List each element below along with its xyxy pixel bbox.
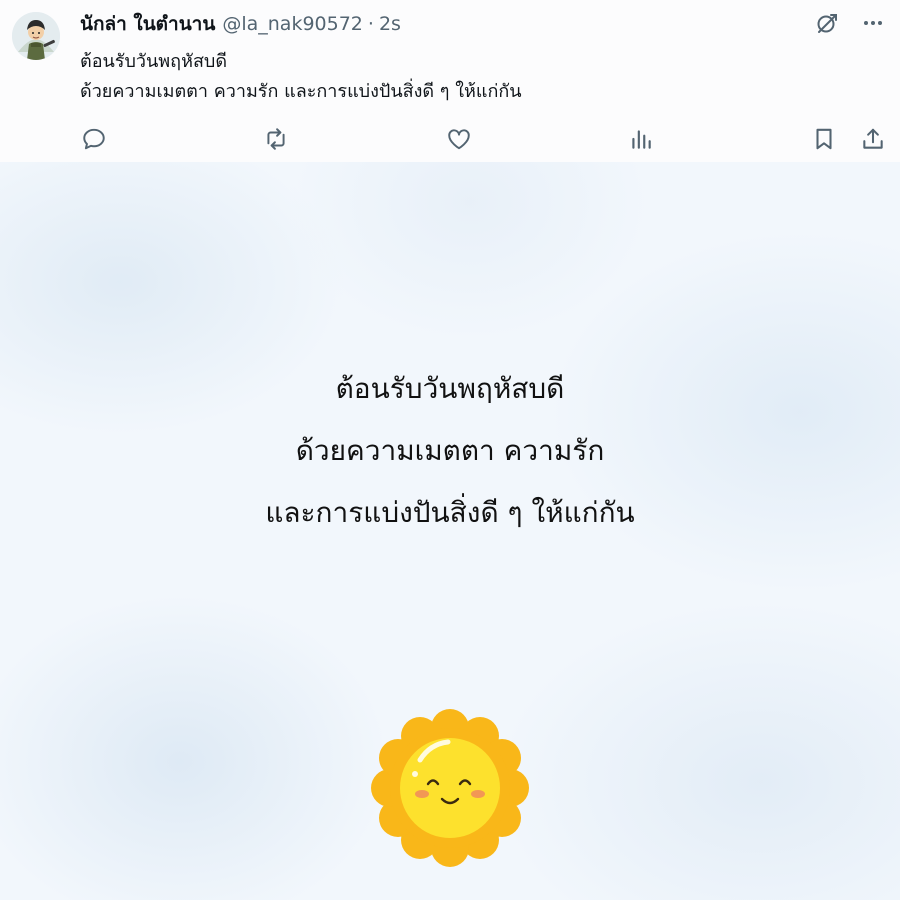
media-caption-line: ด้วยความเมตตา ความรัก — [295, 434, 605, 467]
post-media-image[interactable]: ต้อนรับวันพฤหัสบดี ด้วยความเมตตา ความรัก… — [0, 162, 900, 900]
share-icon[interactable] — [857, 122, 889, 156]
smiling-sun-illustration — [370, 708, 530, 868]
display-name[interactable]: นักล่า ในตำนาน — [80, 10, 215, 38]
more-icon[interactable] — [858, 8, 888, 38]
action-bar — [80, 122, 888, 156]
post-meta: นักล่า ในตำนาน @la_nak90572 · 2s — [80, 10, 401, 38]
media-caption-line: ต้อนรับวันพฤหัสบดี — [335, 372, 565, 405]
media-caption: ต้อนรับวันพฤหัสบดี ด้วยความเมตตา ความรัก… — [0, 358, 900, 544]
repost-icon[interactable] — [260, 122, 292, 156]
header-actions — [812, 8, 888, 38]
timestamp[interactable]: 2s — [379, 10, 401, 38]
user-handle[interactable]: @la_nak90572 — [222, 10, 363, 38]
meta-separator: · — [367, 13, 374, 35]
post-header: นักล่า ในตำนาน @la_nak90572 · 2s ต้อนรับ… — [0, 0, 900, 162]
like-icon[interactable] — [443, 122, 475, 156]
bookmark-icon[interactable] — [808, 122, 840, 156]
post-text-line: ด้วยความเมตตา ความรัก และการแบ่งปันสิ่งด… — [80, 81, 522, 102]
grok-icon[interactable] — [812, 8, 842, 38]
views-icon[interactable] — [625, 122, 657, 156]
avatar-image — [12, 12, 60, 60]
avatar[interactable] — [12, 12, 60, 60]
post-text: ต้อนรับวันพฤหัสบดี ด้วยความเมตตา ความรัก… — [80, 47, 522, 107]
media-caption-line: และการแบ่งปันสิ่งดี ๆ ให้แก่กัน — [265, 496, 635, 529]
post-text-line: ต้อนรับวันพฤหัสบดี — [80, 51, 228, 72]
reply-icon[interactable] — [78, 122, 110, 156]
